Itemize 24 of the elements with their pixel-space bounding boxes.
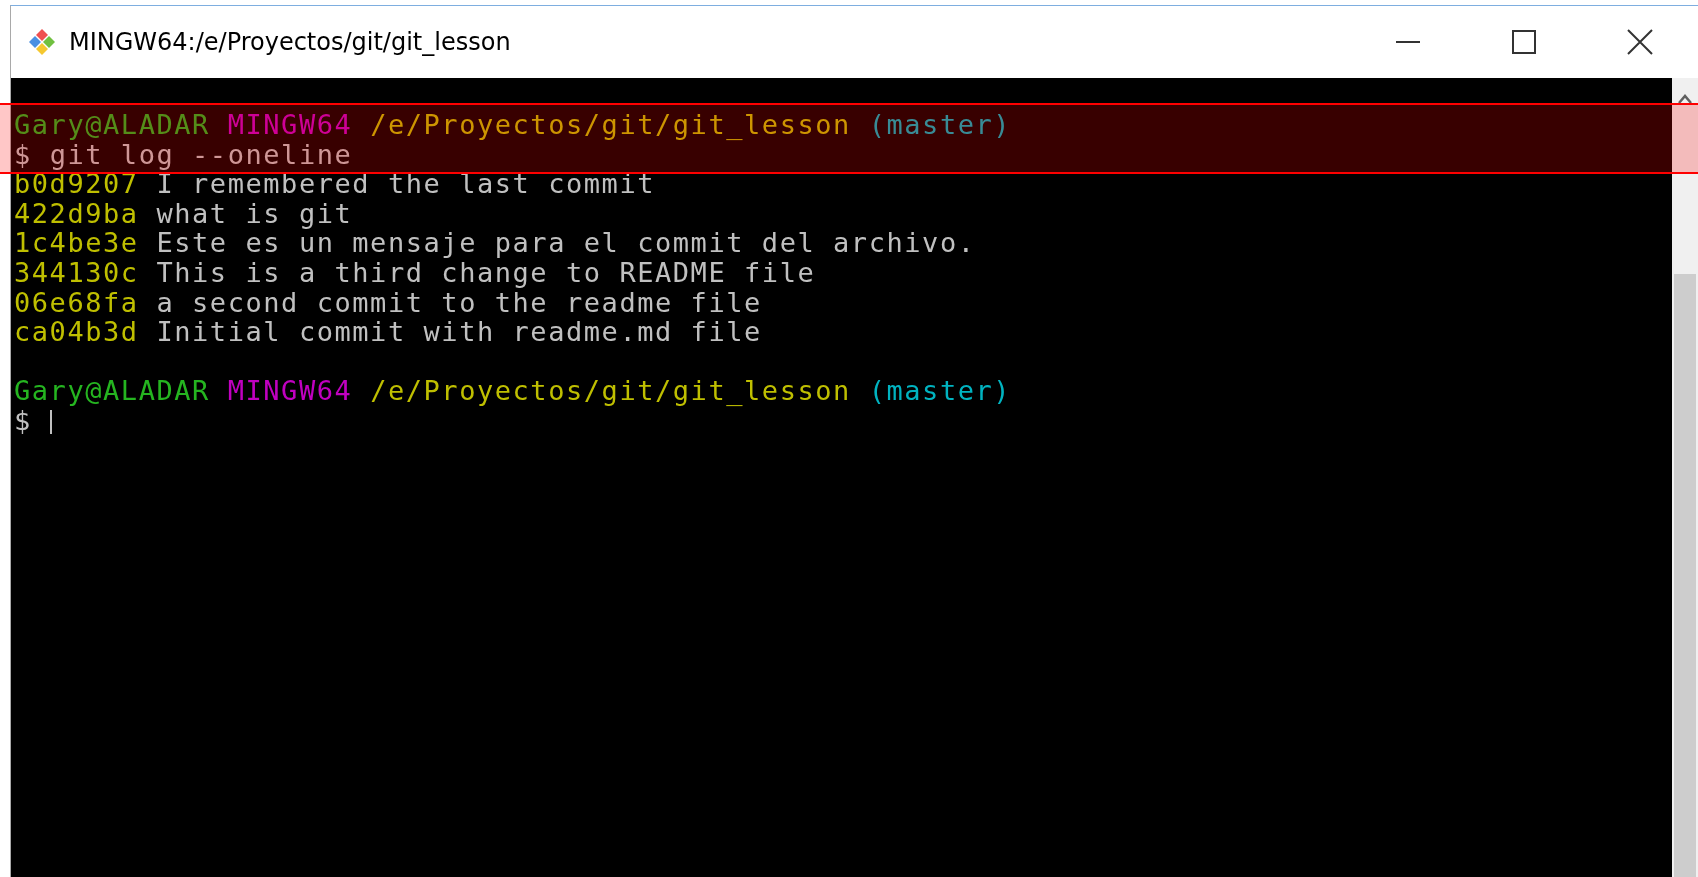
window-title: MINGW64:/e/Proyectos/git/git_lesson [69,28,511,56]
maximize-icon [1512,30,1536,54]
commit-hash: 422d9ba [14,197,139,229]
commit-hash: 344130c [14,256,139,288]
scrollbar[interactable] [1672,78,1698,877]
commit-hash: 1c4be3e [14,227,139,259]
prompt-symbol: $ [14,138,32,170]
prompt-path: /e/Proyectos/git/git_lesson [370,109,851,140]
scrollbar-thumb[interactable] [1674,274,1696,877]
commit-hash: 06e68fa [14,286,139,318]
commit-hash: ca04b3d [14,316,139,348]
prompt-branch: (master) [868,109,1012,140]
prompt-shell: MINGW64 [227,109,353,140]
prompt-path: /e/Proyectos/git/git_lesson [370,375,851,407]
commit-message: what is git [156,197,353,229]
close-icon [1627,29,1653,55]
prompt-symbol: $ [14,404,32,436]
commit-message: Initial commit with readme.md file [156,316,762,348]
prompt-user-host: Gary@ALADAR [14,109,210,140]
minimize-icon [1396,41,1420,43]
app-logo-icon [27,27,57,57]
prompt-branch: (master) [868,375,1012,407]
prompt-user-host: Gary@ALADAR [14,375,210,407]
prompt-shell: MINGW64 [227,375,353,407]
